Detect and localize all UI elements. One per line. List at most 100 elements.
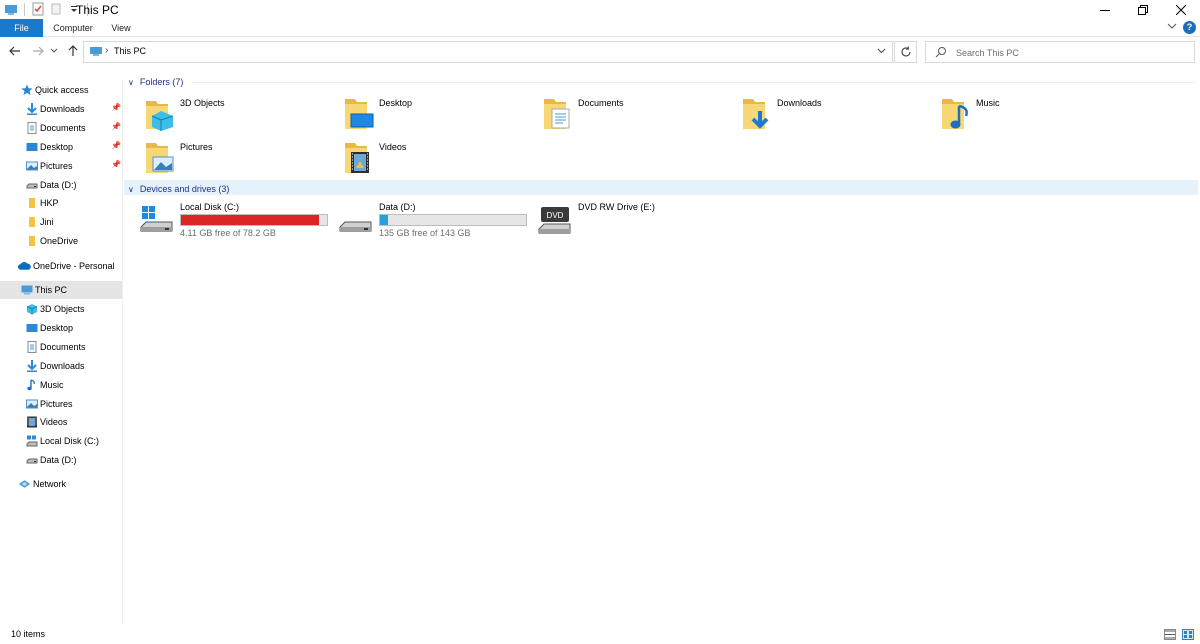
pin-icon[interactable]: 📌 [111, 122, 121, 131]
minimize-button[interactable] [1086, 0, 1124, 19]
devices-group-header[interactable]: ∨ Devices and drives (3) [128, 183, 229, 195]
drive-label: DVD RW Drive (E:) [578, 202, 655, 212]
recent-locations-button[interactable] [48, 43, 60, 59]
folder-tile-3d-objects[interactable]: 3D Objects [144, 97, 334, 137]
desktop-folder-icon [343, 97, 377, 131]
sidebar-item-label: Local Disk (C:) [40, 436, 100, 446]
tab-computer[interactable]: Computer [47, 19, 99, 37]
drive-tile-dvd-e[interactable]: DVD DVD RW Drive (E:) [538, 202, 728, 242]
content-pane: ∨ Folders (7) 3D Objects Desktop Documen… [124, 66, 1200, 626]
sidebar-item-music[interactable]: Music [25, 376, 64, 394]
folder-tile-music[interactable]: Music [940, 97, 1130, 137]
sidebar-item-this-pc[interactable]: This PC [0, 281, 122, 299]
drive-usage-bar [180, 214, 328, 226]
sidebar-item-quick-access[interactable]: Quick access [20, 81, 89, 99]
drive-usage-fill [380, 215, 389, 225]
sidebar-item-videos[interactable]: Videos [25, 413, 67, 431]
sidebar-item-qa-jini[interactable]: Jini [25, 213, 54, 231]
folders-header-label: Folders (7) [139, 77, 184, 87]
drive-free-space: 135 GB free of 143 GB [379, 228, 471, 238]
folder-tile-documents[interactable]: Documents [542, 97, 732, 137]
devices-group-band [124, 180, 1198, 195]
drive-icon [25, 179, 38, 192]
folder-tile-pictures[interactable]: Pictures [144, 141, 334, 181]
star-icon [20, 84, 33, 97]
properties-icon[interactable] [31, 2, 45, 16]
folder-tile-downloads[interactable]: Downloads [741, 97, 931, 137]
drive-label: Local Disk (C:) [180, 202, 240, 212]
forward-button[interactable] [29, 43, 47, 59]
large-icons-view-icon[interactable] [1182, 629, 1194, 643]
windows-drive-icon [140, 204, 174, 234]
drive-free-space: 4.11 GB free of 78.2 GB [180, 228, 276, 238]
breadcrumb-chevron-icon[interactable]: › [105, 45, 108, 56]
sidebar-item-label: OneDrive - Personal [33, 261, 115, 271]
desktop-icon [25, 322, 38, 335]
expand-ribbon-icon[interactable] [1167, 20, 1177, 34]
up-button[interactable] [64, 43, 82, 59]
collapse-chevron-icon[interactable]: ∨ [128, 185, 134, 194]
downloads-icon [25, 360, 38, 373]
sidebar-item-desktop[interactable]: Desktop [25, 319, 73, 337]
pictures-icon [25, 398, 38, 411]
tab-view[interactable]: View [105, 19, 137, 37]
search-box[interactable] [925, 41, 1195, 63]
pin-icon[interactable]: 📌 [111, 103, 121, 112]
search-input[interactable] [956, 45, 1186, 60]
network-icon [18, 478, 31, 491]
sidebar-item-label: Pictures [40, 161, 73, 171]
music-icon [25, 379, 38, 392]
sidebar-item-qa-desktop[interactable]: Desktop 📌 [25, 138, 123, 156]
collapse-chevron-icon[interactable]: ∨ [128, 78, 134, 87]
restore-button[interactable] [1124, 0, 1162, 19]
folder-tile-videos[interactable]: Videos [343, 141, 533, 181]
ribbon-tabs: File Computer View ? [0, 19, 1200, 37]
address-bar[interactable]: › This PC [83, 41, 893, 63]
drive-icon [25, 454, 38, 467]
folder-label: Music [976, 98, 1000, 108]
sidebar-item-downloads[interactable]: Downloads [25, 357, 85, 375]
windows-drive-icon [25, 435, 38, 448]
folders-group-header[interactable]: ∨ Folders (7) [128, 76, 183, 88]
3d-objects-icon [25, 303, 38, 316]
close-button[interactable] [1162, 0, 1200, 19]
documents-icon [25, 341, 38, 354]
pictures-icon [25, 160, 38, 173]
sidebar-item-qa-downloads[interactable]: Downloads 📌 [25, 100, 123, 118]
sidebar-item-network[interactable]: Network [18, 475, 66, 493]
new-folder-icon[interactable] [49, 2, 63, 16]
sidebar-item-pictures[interactable]: Pictures [25, 395, 73, 413]
sidebar-item-qa-onedrive[interactable]: OneDrive [25, 232, 78, 250]
sidebar-item-label: Videos [40, 417, 68, 427]
sidebar-item-label: Desktop [40, 142, 74, 152]
breadcrumb-this-pc[interactable]: This PC [114, 46, 146, 56]
sidebar-item-qa-documents[interactable]: Documents 📌 [25, 119, 123, 137]
sidebar-item-documents[interactable]: Documents [25, 338, 86, 356]
address-dropdown-icon[interactable] [877, 46, 886, 57]
sidebar-item-label: Data (D:) [40, 455, 77, 465]
item-count: 10 items [11, 629, 46, 639]
sidebar-item-3d-objects[interactable]: 3D Objects [25, 300, 85, 318]
pin-icon[interactable]: 📌 [111, 141, 121, 150]
navigation-bar: › This PC [0, 37, 1200, 66]
folder-label: Documents [578, 98, 624, 108]
drive-tile-data-d[interactable]: Data (D:) 135 GB free of 143 GB [339, 202, 529, 242]
sidebar-item-qa-hkp[interactable]: HKP [25, 194, 59, 212]
refresh-button[interactable] [894, 41, 917, 63]
back-button[interactable] [6, 43, 24, 59]
help-icon[interactable]: ? [1183, 20, 1196, 34]
sidebar-item-onedrive-personal[interactable]: OneDrive - Personal [18, 257, 115, 275]
sidebar-item-data-d[interactable]: Data (D:) [25, 451, 77, 469]
tab-file[interactable]: File [0, 19, 43, 37]
3d-objects-folder-icon [144, 97, 178, 131]
sidebar-item-qa-data-d[interactable]: Data (D:) [25, 176, 77, 194]
videos-icon [25, 416, 38, 429]
folder-label: Videos [379, 142, 407, 152]
folder-tile-desktop[interactable]: Desktop [343, 97, 533, 137]
pin-icon[interactable]: 📌 [111, 160, 121, 169]
sidebar-item-local-disk-c[interactable]: Local Disk (C:) [25, 432, 99, 450]
details-view-icon[interactable] [1164, 629, 1176, 643]
sidebar-item-qa-pictures[interactable]: Pictures 📌 [25, 157, 123, 175]
drive-tile-local-disk-c[interactable]: Local Disk (C:) 4.11 GB free of 78.2 GB [140, 202, 330, 242]
sidebar-item-label: Music [40, 380, 64, 390]
